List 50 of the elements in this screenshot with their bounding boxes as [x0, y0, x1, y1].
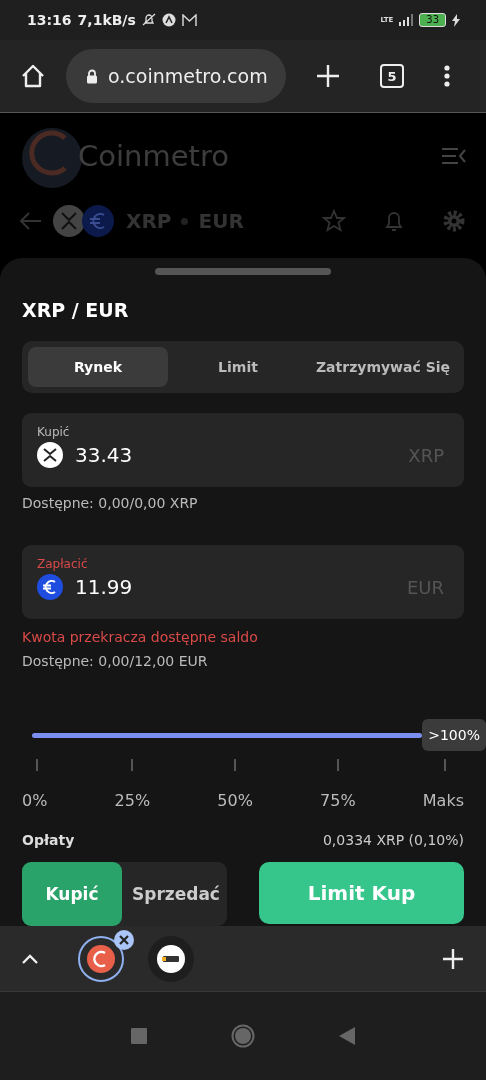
expand-icon[interactable]	[22, 953, 38, 964]
order-type-tab[interactable]: Zatrzymywać Się	[308, 347, 458, 387]
back-icon[interactable]	[339, 1027, 355, 1045]
site-icon	[87, 944, 115, 973]
charging-icon	[452, 13, 460, 27]
new-tab-icon[interactable]	[316, 64, 340, 88]
slider-tick-label[interactable]: Maks	[422, 791, 464, 810]
menu-icon[interactable]	[444, 65, 450, 87]
slider-value-badge: >100%	[422, 719, 486, 751]
add-tab-icon[interactable]	[442, 947, 464, 970]
app-icon	[161, 13, 176, 27]
field-value: 33.43	[75, 443, 133, 467]
network-speed: 7,1kB/s	[77, 12, 136, 28]
slider-tick-label[interactable]: 0%	[22, 791, 48, 810]
euro-coin-icon	[37, 574, 63, 600]
bell-off-icon	[141, 13, 156, 27]
field-value: 11.99	[75, 575, 133, 599]
star-icon[interactable]	[322, 209, 346, 233]
close-icon[interactable]	[114, 929, 134, 950]
address-bar[interactable]: o.coinmetro.com	[66, 49, 286, 103]
battery-level: 33	[419, 13, 446, 27]
order-type-tab[interactable]: Rynek	[28, 347, 168, 387]
fees-label: Opłaty	[22, 832, 75, 848]
slider-tick-label[interactable]: 75%	[320, 791, 356, 810]
mail-icon	[181, 13, 197, 27]
slider-bar[interactable]	[32, 732, 423, 738]
coin-icon	[37, 442, 63, 468]
drag-handle[interactable]	[155, 268, 331, 275]
side-option[interactable]: Sprzedać	[122, 862, 230, 926]
available-balance: Dostępne: 0,00/0,00 XRP	[22, 495, 199, 511]
field-label: Kupić	[37, 425, 71, 439]
home-button-icon[interactable]	[231, 1024, 255, 1048]
error-message: Kwota przekracza dostępne saldo	[22, 629, 259, 645]
field-label: Zapłacić	[37, 557, 89, 571]
fees-value: 0,0334 XRP (0,10%)	[322, 832, 464, 848]
sheet-title: XRP / EUR	[22, 299, 130, 321]
site-icon	[157, 944, 185, 973]
lock-icon	[86, 68, 98, 84]
browser-tab[interactable]	[148, 935, 194, 982]
brand-name: Coinmetro	[78, 139, 229, 173]
tab-switcher-button[interactable]: 5	[380, 64, 404, 88]
available-balance: Dostępne: 0,00/12,00 EUR	[22, 653, 209, 669]
separator-dot	[181, 217, 189, 225]
clock: 13:16	[27, 12, 72, 28]
signal-icon	[399, 14, 414, 26]
slider-tick-label[interactable]: 25%	[114, 791, 151, 810]
home-icon[interactable]	[20, 63, 46, 89]
currency-pair-icon	[52, 204, 116, 238]
order-type-tab[interactable]: Limit	[168, 347, 308, 387]
slider-tick-label[interactable]: 50%	[217, 791, 253, 810]
